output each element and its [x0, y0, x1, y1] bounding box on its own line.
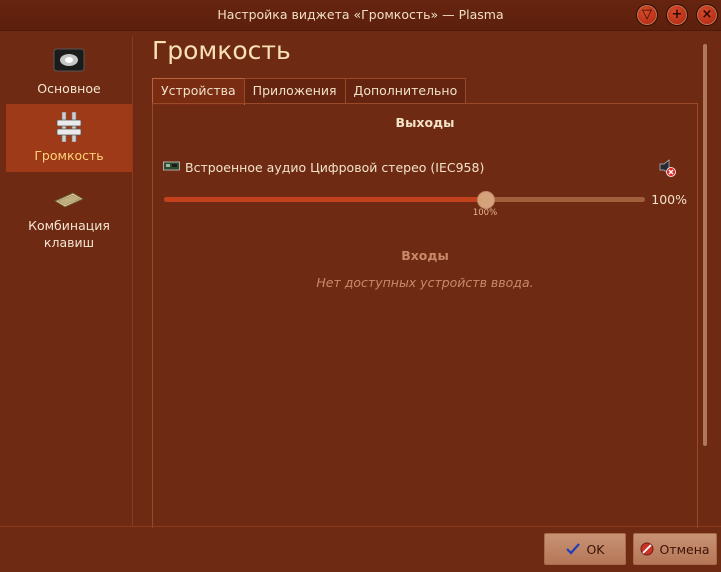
tab-devices[interactable]: Устройства	[152, 78, 245, 105]
cancel-button[interactable]: Отмена	[633, 533, 717, 565]
cancel-label: Отмена	[659, 541, 710, 557]
mute-toggle-button[interactable]	[657, 158, 677, 178]
output-device-name: Встроенное аудио Цифровой стерео (IEC958…	[185, 160, 485, 175]
sidebar-item-volume[interactable]: Громкость	[6, 104, 132, 172]
sidebar-item-shortcuts[interactable]: Комбинация клавиш	[6, 184, 132, 256]
ok-label: OK	[586, 541, 605, 557]
sidebar-item-label: Основное	[37, 81, 101, 96]
volume-value: 100%	[651, 192, 687, 207]
ok-button[interactable]: OK	[544, 533, 626, 565]
maximize-button[interactable]: +	[666, 4, 688, 26]
tab-advanced[interactable]: Дополнительно	[344, 78, 467, 103]
page-title: Громкость	[152, 36, 291, 65]
checkmark-icon	[566, 543, 581, 555]
no-input-devices-message: Нет доступных устройств ввода.	[316, 275, 534, 290]
footer-divider	[0, 526, 721, 527]
output-device-row: Встроенное аудио Цифровой стерео (IEC958…	[163, 158, 677, 178]
sidebar-item-general[interactable]: Основное	[6, 44, 132, 102]
volume-slider[interactable]	[164, 191, 645, 209]
volume-mixer-icon	[56, 112, 82, 142]
window-title: Настройка виджета «Громкость» — Plasma	[217, 7, 504, 22]
title-bar: Настройка виджета «Громкость» — Plasma ▽…	[0, 0, 721, 31]
volume-slider-handle[interactable]	[477, 191, 495, 209]
settings-sidebar: Основное Громкость Комбинация клавиш	[6, 36, 133, 526]
minimize-button[interactable]: ▽	[636, 4, 658, 26]
slider-tick-label: 100%	[472, 208, 498, 218]
general-settings-icon	[53, 48, 85, 72]
tab-bar: Устройства Приложения Дополнительно	[152, 78, 467, 105]
minimize-triangle-icon: ▽	[642, 7, 652, 22]
close-x-icon: ×	[701, 7, 713, 22]
audio-card-icon	[163, 161, 180, 171]
tab-applications[interactable]: Приложения	[243, 78, 346, 103]
maximize-plus-icon: +	[671, 7, 683, 22]
cancel-icon	[640, 542, 654, 556]
outputs-heading: Выходы	[395, 115, 455, 130]
volume-slider-fill	[164, 197, 485, 202]
speaker-muted-icon	[659, 159, 676, 177]
scrollbar[interactable]	[703, 44, 707, 446]
inputs-heading: Входы	[401, 248, 449, 263]
devices-panel: Выходы Встроенное аудио Цифровой стерео …	[152, 103, 698, 528]
sidebar-item-label: Комбинация клавиш	[28, 218, 110, 250]
close-button[interactable]: ×	[696, 4, 718, 26]
keyboard-icon	[53, 192, 85, 208]
sidebar-item-label: Громкость	[34, 148, 104, 163]
